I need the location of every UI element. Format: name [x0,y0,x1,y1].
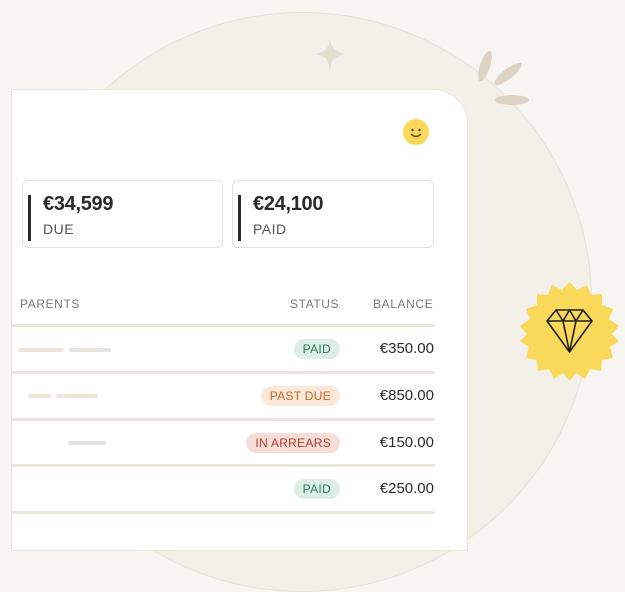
status-badge: PAID [293,339,340,359]
table-row[interactable]: IN ARREARS €150.00 [12,421,435,465]
column-header-parents: PARENTS [20,297,80,311]
due-amount: €34,599 [43,193,114,215]
smiley-icon [403,119,429,145]
paid-label: PAID [253,221,287,237]
parent-name-placeholder [18,348,64,352]
column-header-status: STATUS [290,297,340,311]
parent-name-placeholder [68,441,106,445]
paid-amount: €24,100 [253,193,324,215]
balance-value: €850.00 [379,387,434,404]
billing-card: €34,599 DUE €24,100 PAID PARENTS STATUS … [12,90,467,550]
rays-icon [478,50,529,105]
balance-value: €250.00 [379,480,434,497]
due-summary-card: €34,599 DUE [22,180,223,248]
paid-summary-card: €24,100 PAID [232,180,434,248]
status-badge: IN ARREARS [246,433,340,453]
table-divider [12,511,435,514]
sparkle-icon [314,38,346,72]
column-header-balance: BALANCE [373,297,434,311]
table-row[interactable]: PAID €350.00 [12,327,435,371]
due-label: DUE [43,221,75,237]
status-badge: PAID [293,479,340,499]
balance-value: €350.00 [379,340,434,357]
parent-name-placeholder [56,394,98,398]
diamond-icon [520,282,619,381]
paid-accent-bar [238,195,241,241]
parent-name-placeholder [28,394,52,398]
status-badge: PAST DUE [260,386,340,406]
due-accent-bar [28,195,31,241]
table-row[interactable]: PAST DUE €850.00 [12,374,435,418]
balance-value: €150.00 [379,434,434,451]
parent-name-placeholder [69,348,111,352]
table-row[interactable]: PAID €250.00 [12,467,435,511]
